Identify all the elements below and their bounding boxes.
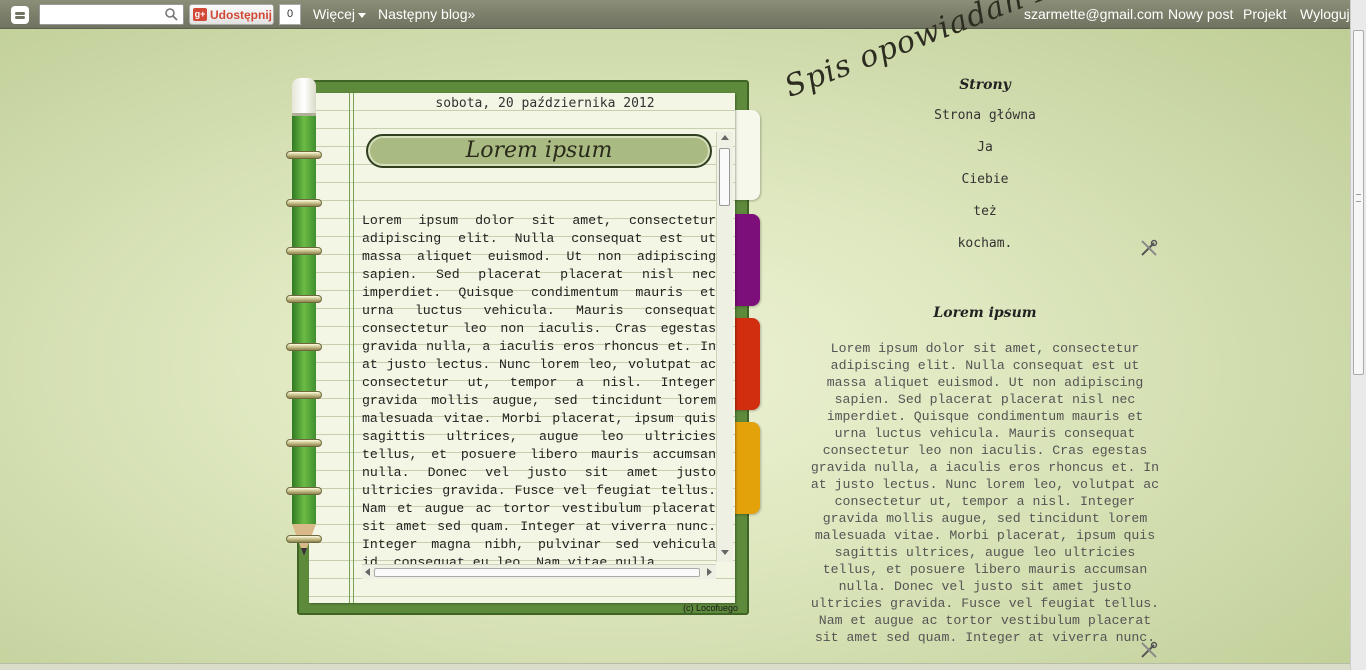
post-title-plaque: Lorem ipsum bbox=[366, 134, 712, 168]
notebook-tab-purple[interactable] bbox=[733, 214, 760, 306]
binder-ring bbox=[286, 343, 322, 351]
next-blog-link[interactable]: Następny blog» bbox=[378, 6, 475, 22]
taskbar-strip bbox=[0, 663, 1350, 670]
share-count: 0 bbox=[279, 4, 301, 25]
page-link-home[interactable]: Strona główna bbox=[880, 108, 1090, 123]
blogger-navbar: g+ Udostępnij 0 Więcej Następny blog» sz… bbox=[0, 0, 1350, 29]
post-date: sobota, 20 października 2012 bbox=[435, 96, 655, 111]
binder-ring bbox=[286, 439, 322, 447]
binder-ring bbox=[286, 391, 322, 399]
edit-tools-icon[interactable] bbox=[1140, 641, 1158, 659]
text-widget-heading: Lorem ipsum bbox=[933, 305, 1037, 321]
notebook-tab-yellow[interactable] bbox=[733, 422, 760, 514]
notebook-tab-red[interactable] bbox=[733, 318, 760, 410]
binder-ring bbox=[286, 535, 322, 543]
post-scrollbar-horizontal[interactable] bbox=[362, 564, 716, 579]
share-label: Udostępnij bbox=[210, 8, 272, 22]
page-link-tez[interactable]: też bbox=[880, 204, 1090, 219]
navbar-search-input[interactable] bbox=[40, 5, 160, 24]
binder-ring bbox=[286, 247, 322, 255]
pages-heading: Strony bbox=[959, 77, 1011, 93]
page-scrollbar-thumb[interactable] bbox=[1353, 30, 1364, 375]
user-email: szarmette@gmail.com bbox=[1024, 6, 1164, 22]
page-link-kocham[interactable]: kocham. bbox=[880, 236, 1090, 251]
blogger-logo-icon[interactable] bbox=[11, 6, 29, 24]
template-credit: (c) Locofuego bbox=[683, 603, 739, 613]
binder-ring bbox=[286, 487, 322, 495]
page-scrollbar[interactable] bbox=[1350, 0, 1366, 670]
google-plus-icon: g+ bbox=[193, 8, 207, 21]
share-button[interactable]: g+ Udostępnij bbox=[189, 4, 274, 25]
post-body: Lorem ipsum dolor sit amet, consectetur … bbox=[362, 213, 716, 566]
binder-ring bbox=[286, 199, 322, 207]
scroll-down-icon[interactable] bbox=[721, 550, 729, 555]
scroll-up-icon[interactable] bbox=[721, 135, 729, 140]
design-link[interactable]: Projekt bbox=[1243, 6, 1287, 22]
post-hscrollbar-thumb[interactable] bbox=[374, 568, 700, 577]
page-link-ja[interactable]: Ja bbox=[880, 140, 1090, 155]
post-scrollbar-vertical[interactable] bbox=[716, 132, 733, 562]
more-menu[interactable]: Więcej bbox=[313, 6, 367, 22]
navbar-search bbox=[39, 4, 184, 25]
logout-link[interactable]: Wyloguj bbox=[1300, 6, 1350, 22]
binder-ring bbox=[286, 151, 322, 159]
search-icon[interactable] bbox=[165, 8, 178, 21]
more-label: Więcej bbox=[313, 6, 356, 22]
page-link-ciebie[interactable]: Ciebie bbox=[880, 172, 1090, 187]
post-title[interactable]: Lorem ipsum bbox=[368, 136, 710, 166]
scroll-left-icon[interactable] bbox=[365, 568, 370, 576]
post-scrollbar-thumb[interactable] bbox=[719, 148, 730, 206]
chevron-down-icon bbox=[358, 12, 367, 18]
scroll-right-icon[interactable] bbox=[707, 568, 712, 576]
edit-tools-icon[interactable] bbox=[1140, 239, 1158, 257]
notebook-tab-white[interactable] bbox=[733, 110, 760, 200]
new-post-link[interactable]: Nowy post bbox=[1168, 6, 1233, 22]
binder-ring bbox=[286, 295, 322, 303]
text-widget-body: Lorem ipsum dolor sit amet, consectetur … bbox=[810, 341, 1160, 645]
